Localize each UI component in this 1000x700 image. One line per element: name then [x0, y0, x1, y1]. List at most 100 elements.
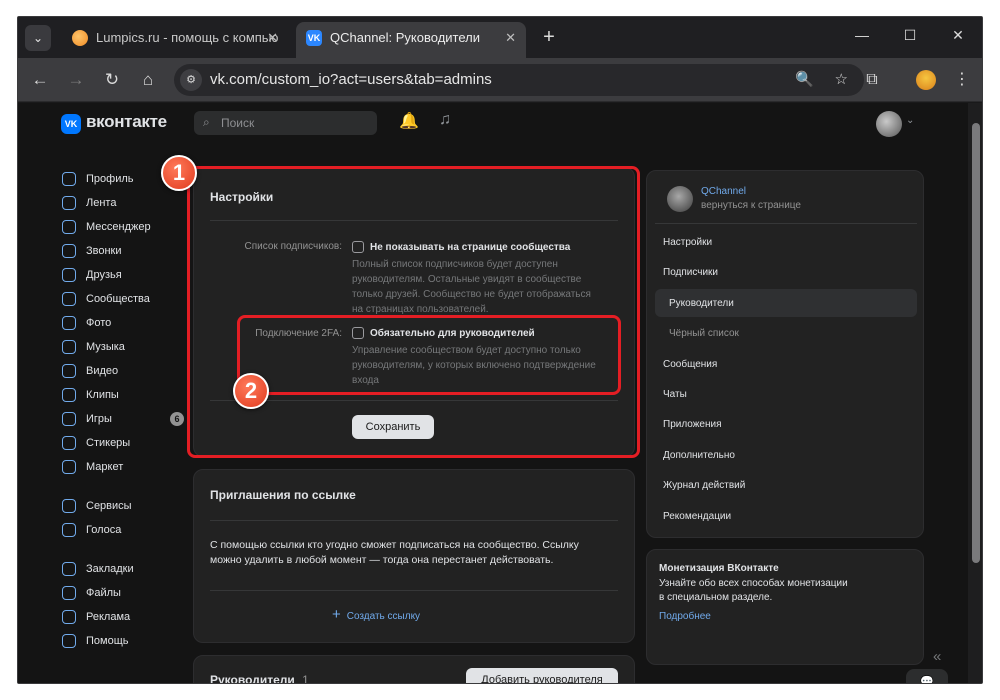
nav-help[interactable]: Помощь — [62, 629, 202, 653]
search-input[interactable] — [221, 111, 371, 135]
tab-close-icon[interactable]: ✕ — [267, 22, 278, 54]
minimize-button[interactable]: — — [838, 17, 886, 53]
window-controls: — ☐ ✕ — [838, 17, 982, 53]
nav-photos[interactable]: Фото — [62, 311, 202, 335]
nav-label: Мессенджер — [86, 221, 151, 233]
help-icon — [62, 634, 76, 648]
gamepad-icon — [62, 412, 76, 426]
nav-services[interactable]: Сервисы — [62, 494, 202, 518]
nav-label: Реклама — [86, 611, 131, 623]
back-to-page-link[interactable]: вернуться к странице — [701, 200, 801, 211]
group-avatar[interactable] — [667, 186, 693, 212]
close-window-button[interactable]: ✕ — [934, 17, 982, 53]
reload-button[interactable]: ↻ — [98, 66, 126, 94]
friends-icon — [62, 268, 76, 282]
monetization-more-link[interactable]: Подробнее — [659, 611, 711, 622]
tab-strip: ⌄ Lumpics.ru - помощь с компью ✕ VK QCha… — [18, 17, 982, 58]
nav-label: Профиль — [86, 173, 134, 185]
menu-item-subscribers[interactable]: Подписчики — [663, 267, 718, 278]
text-line: в специальном разделе. — [659, 592, 773, 603]
bell-icon[interactable]: 🔔 — [399, 111, 419, 131]
music-icon — [62, 340, 76, 354]
nav-clips[interactable]: Клипы — [62, 383, 202, 407]
invites-text: С помощью ссылки кто угодно сможет подпи… — [210, 538, 579, 568]
extensions-icon[interactable]: ⧉ — [858, 66, 886, 94]
bookmark-star-icon[interactable]: ☆ — [835, 64, 848, 96]
votes-coins-icon — [62, 523, 76, 537]
chevron-down-icon[interactable]: ⌄ — [906, 115, 914, 126]
menu-item-settings[interactable]: Настройки — [663, 237, 712, 248]
nav-files[interactable]: Файлы — [62, 581, 202, 605]
menu-item-chats[interactable]: Чаты — [663, 389, 687, 400]
menu-item-managers[interactable]: Руководители — [669, 298, 734, 309]
zoom-icon[interactable]: 🔍 — [795, 64, 814, 96]
nav-ads[interactable]: Реклама — [62, 605, 202, 629]
nav-friends[interactable]: Друзья — [62, 263, 202, 287]
managers-title: Руководители 1 — [210, 673, 309, 683]
nav-label: Сообщества — [86, 293, 150, 305]
nav-label: Фото — [86, 317, 112, 329]
create-link-button[interactable]: + Создать ссылку — [332, 606, 420, 623]
nav-label: Помощь — [86, 635, 129, 647]
tab-lumpics[interactable]: Lumpics.ru - помощь с компью ✕ — [62, 22, 288, 58]
scroll-thumb[interactable] — [972, 123, 980, 563]
nav-bookmarks[interactable]: Закладки — [62, 557, 202, 581]
nav-votes[interactable]: Голоса — [62, 518, 202, 542]
browser-menu-icon[interactable]: ⋮ — [948, 66, 976, 94]
nav-messenger[interactable]: Мессенджер — [62, 215, 202, 239]
site-info-icon[interactable]: ⚙ — [180, 69, 202, 91]
menu-item-blacklist[interactable]: Чёрный список — [669, 328, 739, 339]
menu-item-apps[interactable]: Приложения — [663, 419, 722, 430]
url-text[interactable]: vk.com/custom_io?act=users&tab=admins — [210, 64, 492, 96]
nav-label: Файлы — [86, 587, 121, 599]
vk-search-box[interactable]: ⌕ — [194, 111, 377, 135]
group-name-link[interactable]: QChannel — [701, 186, 746, 197]
add-manager-button[interactable]: Добавить руководителя — [466, 668, 618, 683]
music-icon[interactable]: ♫ — [439, 111, 451, 129]
nav-label: Сервисы — [86, 500, 132, 512]
megaphone-icon — [62, 610, 76, 624]
home-button[interactable]: ⌂ — [134, 66, 162, 94]
search-icon: ⌕ — [203, 115, 210, 129]
invites-title: Приглашения по ссылке — [210, 488, 356, 502]
nav-stickers[interactable]: Стикеры — [62, 431, 202, 455]
nav-market[interactable]: Маркет — [62, 455, 202, 479]
menu-item-recommendations[interactable]: Рекомендации — [663, 511, 731, 522]
nav-label: Клипы — [86, 389, 119, 401]
divider — [655, 223, 917, 224]
new-tab-button[interactable]: + — [536, 25, 562, 51]
maximize-button[interactable]: ☐ — [886, 17, 934, 53]
nav-music[interactable]: Музыка — [62, 335, 202, 359]
tab-search-button[interactable]: ⌄ — [25, 25, 51, 51]
menu-item-action-log[interactable]: Журнал действий — [663, 480, 745, 491]
menu-item-more[interactable]: Дополнительно — [663, 450, 735, 461]
user-avatar[interactable] — [876, 111, 902, 137]
nav-label: Видео — [86, 365, 119, 377]
tab-qchannel[interactable]: VK QChannel: Руководители ✕ — [296, 22, 526, 58]
forward-button[interactable]: → — [62, 66, 90, 94]
photo-icon — [62, 316, 76, 330]
menu-item-messages[interactable]: Сообщения — [663, 359, 717, 370]
vk-page: VK вконтакте ⌕ 🔔 ♫ ⌄ Профиль Лента Мессе… — [18, 103, 968, 683]
file-icon — [62, 586, 76, 600]
back-button[interactable]: ← — [26, 66, 54, 94]
create-link-label: Создать ссылку — [346, 611, 421, 622]
nav-games[interactable]: Игры 6 — [62, 407, 202, 431]
messenger-icon — [62, 220, 76, 234]
page-scrollbar[interactable] — [968, 103, 982, 683]
tab-close-icon[interactable]: ✕ — [505, 22, 516, 54]
vk-logo-icon[interactable]: VK — [61, 114, 81, 134]
nav-label: Звонки — [86, 245, 122, 257]
vk-favicon-icon: VK — [306, 30, 322, 46]
games-badge: 6 — [170, 412, 184, 426]
nav-calls[interactable]: Звонки — [62, 239, 202, 263]
address-bar[interactable]: ⚙ vk.com/custom_io?act=users&tab=admins … — [174, 64, 864, 96]
collapse-icon[interactable]: « — [933, 648, 941, 665]
nav-video[interactable]: Видео — [62, 359, 202, 383]
nav-feed[interactable]: Лента — [62, 191, 202, 215]
profile-avatar-icon[interactable] — [916, 70, 936, 90]
market-bag-icon — [62, 460, 76, 474]
nav-communities[interactable]: Сообщества — [62, 287, 202, 311]
chat-icon[interactable]: 💬 — [906, 669, 948, 683]
vk-brand[interactable]: вконтакте — [86, 112, 167, 132]
